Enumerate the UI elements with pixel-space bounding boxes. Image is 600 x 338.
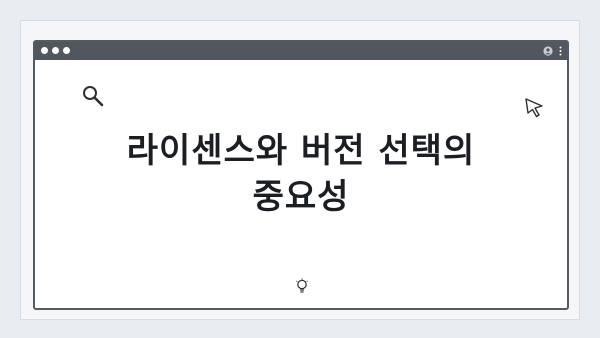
lightbulb-icon bbox=[296, 278, 308, 293]
more-vertical-icon[interactable] bbox=[559, 46, 562, 56]
profile-icon[interactable] bbox=[543, 46, 553, 56]
window-controls bbox=[41, 47, 70, 54]
page-title: 라이센스와 버전 선택의 중요성 bbox=[35, 128, 567, 220]
title-line-1: 라이센스와 버전 선택의 bbox=[126, 131, 476, 171]
window-control-dot[interactable] bbox=[52, 47, 59, 54]
cursor-arrow-icon bbox=[525, 98, 543, 118]
window-control-dot[interactable] bbox=[63, 47, 70, 54]
window-control-dot[interactable] bbox=[41, 47, 48, 54]
search-icon bbox=[83, 86, 104, 107]
title-line-2: 중요성 bbox=[252, 177, 350, 217]
browser-window: 라이센스와 버전 선택의 중요성 bbox=[33, 40, 569, 310]
window-titlebar bbox=[35, 42, 567, 60]
